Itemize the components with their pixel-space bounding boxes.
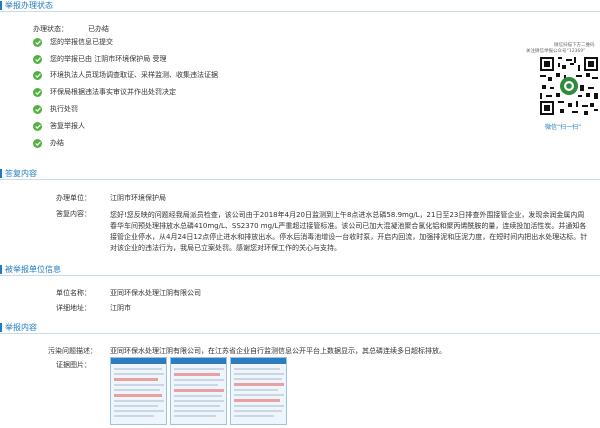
section-bar — [0, 265, 2, 274]
progress-step-label: 执行处罚 — [50, 105, 78, 113]
reply-section-title: 答复内容 — [5, 169, 37, 178]
reported-name-label: 单位名称： — [56, 289, 91, 297]
evidence-label: 证据图片： — [56, 361, 91, 369]
reported-address-value: 江阴市 — [110, 304, 131, 312]
evidence-thumbnail[interactable] — [170, 357, 227, 425]
progress-step-label: 环保局根据违法事实审议并作出处罚决定 — [50, 88, 176, 96]
reported-section-title: 被举报单位信息 — [5, 265, 61, 274]
check-icon — [33, 105, 42, 114]
status-label: 办理状态： — [33, 25, 68, 33]
reply-section-header: 答复内容 — [0, 168, 600, 180]
report-section-header: 举报内容 — [0, 322, 600, 334]
reported-section-header: 被举报单位信息 — [0, 264, 600, 276]
section-bar — [0, 1, 2, 10]
check-icon — [33, 88, 42, 97]
qr-caption: 微信“扫一扫” — [545, 124, 582, 131]
check-icon — [33, 38, 42, 47]
status-section-title: 举报办理状态 — [5, 1, 53, 10]
unit-value: 江阴市环境保护局 — [110, 194, 166, 202]
check-icon — [33, 71, 42, 80]
reply-content-text: 您好!您反映的问题经我局派员检查，该公司由于2018年4月20日监测到上午8点进… — [110, 211, 588, 252]
section-bar — [0, 169, 2, 178]
progress-step-label: 环境执法人员现场调查取证、采样监测、收集违法证据 — [50, 71, 218, 79]
progress-step-label: 您的举报已由 江阴市环境保护局 受理 — [50, 55, 167, 63]
status-value: 已办结 — [88, 25, 109, 33]
unit-label: 办理单位： — [56, 194, 91, 202]
progress-step-label: 办结 — [50, 139, 64, 147]
section-bar — [0, 323, 2, 332]
reported-address-label: 详细地址： — [56, 304, 91, 312]
report-section-title: 举报内容 — [5, 323, 37, 332]
reply-content-label: 答复内容： — [56, 210, 91, 218]
reported-name-value: 亚同环保水处理江阴有限公司 — [110, 289, 201, 297]
qr-note-line2: 关注微信举报公众号“12369” — [526, 49, 586, 54]
evidence-thumbnail[interactable] — [230, 357, 287, 425]
report-desc-label: 污染问题描述： — [48, 347, 97, 355]
check-icon — [33, 139, 42, 148]
check-icon — [33, 122, 42, 131]
progress-step-label: 您的举报信息已提交 — [50, 38, 113, 46]
evidence-thumbnail[interactable] — [110, 357, 167, 425]
report-desc-value: 亚同环保水处理江阴有限公司，在江苏省企业自行监测信息公开平台上数据显示，其总磷连… — [110, 347, 446, 355]
check-icon — [33, 55, 42, 64]
qr-code-image — [540, 57, 598, 115]
progress-step-label: 答复举报人 — [50, 122, 85, 130]
status-section-header: 举报办理状态 — [0, 0, 600, 12]
